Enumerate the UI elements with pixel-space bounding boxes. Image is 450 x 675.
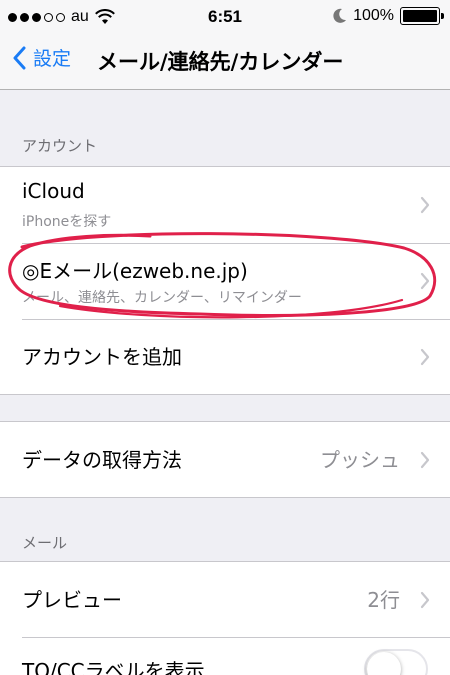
preview-value: 2行 bbox=[367, 588, 400, 612]
status-bar: au 6:51 100% bbox=[0, 0, 450, 34]
status-right: 100% bbox=[333, 7, 444, 25]
account-title: ◎Eメール(ezweb.ne.jp) bbox=[22, 259, 248, 283]
account-title: iCloud bbox=[22, 179, 85, 203]
back-button[interactable]: 設定 bbox=[12, 44, 71, 71]
chevron-right-icon bbox=[420, 348, 430, 365]
preview-label: プレビュー bbox=[22, 588, 122, 612]
page-title: メール/連絡先/カレンダー bbox=[97, 50, 344, 74]
fetch-label: データの取得方法 bbox=[22, 448, 182, 472]
signal-strength-icon bbox=[8, 12, 65, 22]
do-not-disturb-moon-icon bbox=[333, 8, 347, 23]
chevron-right-icon bbox=[420, 591, 430, 608]
chevron-right-icon bbox=[420, 451, 430, 468]
to-cc-toggle[interactable] bbox=[364, 649, 428, 675]
to-cc-label: TO/CCラベルを表示 bbox=[22, 659, 205, 675]
chevron-right-icon bbox=[420, 196, 430, 214]
section-header-mail: メール bbox=[22, 534, 68, 552]
toggle-knob bbox=[367, 652, 401, 675]
battery-percentage: 100% bbox=[353, 7, 394, 24]
preview-row[interactable]: プレビュー 2行 bbox=[0, 562, 450, 637]
to-cc-label-row: TO/CCラベルを表示 bbox=[0, 637, 450, 675]
add-account-row[interactable]: アカウントを追加 bbox=[0, 319, 450, 394]
status-left: au bbox=[8, 8, 115, 26]
fetch-value: プッシュ bbox=[320, 448, 400, 472]
fetch-group: データの取得方法 プッシュ bbox=[0, 421, 450, 498]
chevron-left-icon bbox=[13, 46, 26, 69]
navigation-bar: 設定 メール/連絡先/カレンダー bbox=[0, 34, 450, 90]
carrier-name: au bbox=[71, 8, 89, 25]
add-account-label: アカウントを追加 bbox=[22, 345, 182, 369]
wifi-icon bbox=[94, 9, 115, 24]
mail-group: プレビュー 2行 TO/CCラベルを表示 bbox=[0, 561, 450, 675]
account-row-ezweb[interactable]: ◎Eメール(ezweb.ne.jp) メール、連絡先、カレンダー、リマインダー bbox=[0, 243, 450, 319]
accounts-group: iCloud iPhoneを探す ◎Eメール(ezweb.ne.jp) メール、… bbox=[0, 166, 450, 395]
chevron-right-icon bbox=[420, 272, 430, 290]
section-header-accounts: アカウント bbox=[22, 137, 98, 155]
battery-icon bbox=[400, 7, 444, 25]
back-button-label: 設定 bbox=[33, 48, 72, 70]
fetch-new-data-row[interactable]: データの取得方法 プッシュ bbox=[0, 422, 450, 497]
account-subtitle: iPhoneを探す bbox=[22, 214, 112, 230]
account-row-icloud[interactable]: iCloud iPhoneを探す bbox=[0, 167, 450, 243]
account-subtitle: メール、連絡先、カレンダー、リマインダー bbox=[22, 290, 302, 306]
